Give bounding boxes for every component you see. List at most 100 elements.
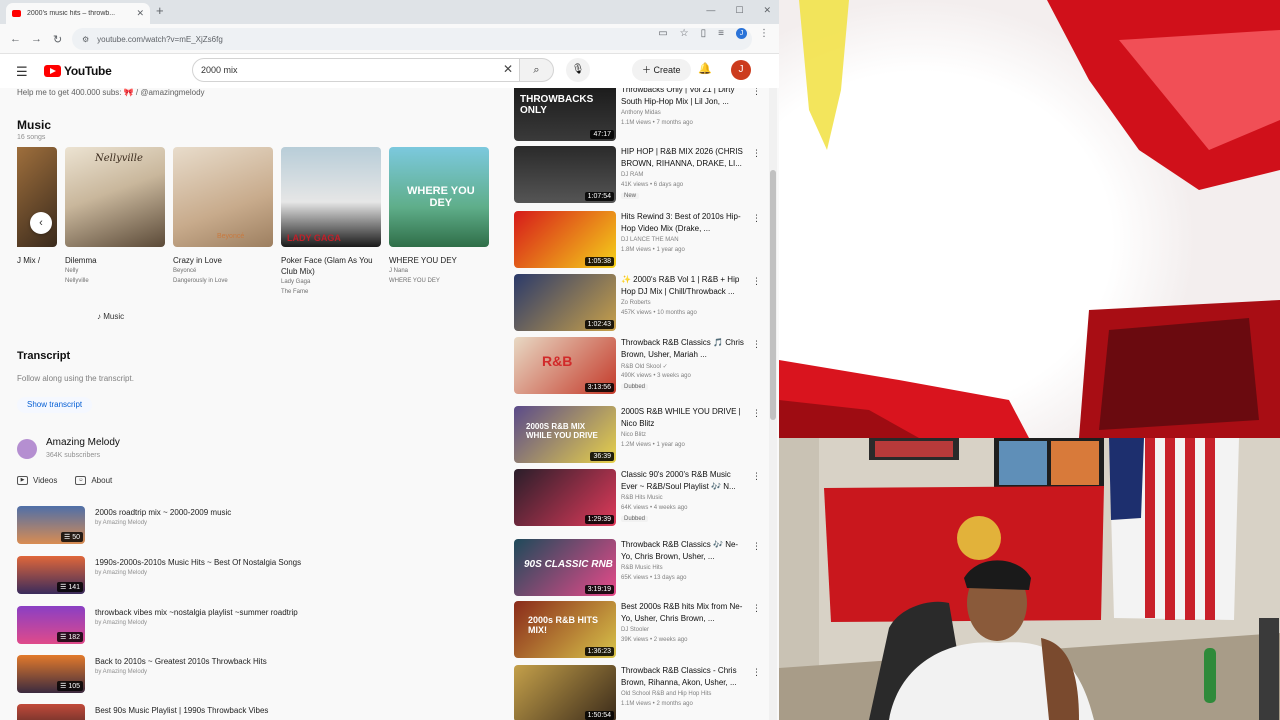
recommended-video[interactable]: 1:07:54 HIP HOP | R&B MIX 2026 (CHRIS BR…: [514, 146, 769, 206]
new-tab-button[interactable]: +: [156, 3, 164, 18]
browser-tab-active[interactable]: 2000's music hits – throwb... ✕: [6, 3, 150, 24]
recommended-video[interactable]: 1:02:43 ✨ 2000's R&B Vol 1 | R&B + Hip H…: [514, 274, 769, 334]
recommended-video[interactable]: R&B 3:13:56 Throwback R&B Classics 🎵 Chr…: [514, 337, 769, 397]
music-section-heading: Music: [17, 118, 52, 132]
playlist-item[interactable]: ☰ 50 2000s roadtrip mix ~ 2000-2009 musi…: [17, 506, 487, 546]
browser-menu-icon[interactable]: ⋮: [759, 28, 769, 39]
sidebar-icon[interactable]: ▯: [701, 28, 707, 39]
video-meta: 1.1M views • 7 months ago: [621, 120, 693, 126]
album-card[interactable]: Nellyville Dilemma Nelly Nellyville: [65, 147, 165, 286]
more-options-icon[interactable]: ⋮: [752, 471, 761, 482]
recommended-video[interactable]: 1:50:54 Throwback R&B Classics - Chris B…: [514, 665, 769, 720]
video-title: 2000S R&B WHILE YOU DRIVE | Nico Blitz: [621, 407, 741, 428]
minimize-icon[interactable]: —: [706, 5, 715, 16]
cast-icon[interactable]: ▭: [658, 28, 667, 39]
recommended-video[interactable]: 2000s R&B HITS MIX! 1:36:23 Best 2000s R…: [514, 601, 769, 661]
close-window-icon[interactable]: ✕: [763, 5, 771, 16]
playlist-item[interactable]: ☰ 105 Back to 2010s ~ Greatest 2010s Thr…: [17, 655, 487, 695]
playlist-count: ☰ 141: [57, 582, 83, 592]
video-channel: Zo Roberts: [621, 300, 651, 306]
more-options-icon[interactable]: ⋮: [752, 667, 761, 678]
url-bar[interactable]: ⚙ youtube.com/watch?v=mE_XjZs6fg: [72, 28, 752, 50]
playlist-title: 2000s roadtrip mix ~ 2000-2009 music: [95, 508, 232, 517]
channel-avatar[interactable]: [17, 439, 37, 459]
playlist-count-value: 141: [68, 584, 80, 591]
album-card[interactable]: WHERE YOU DEY WHERE YOU DEY J Nana WHERE …: [389, 147, 489, 286]
reload-icon[interactable]: ↻: [53, 33, 62, 46]
clear-search-icon[interactable]: ✕: [503, 62, 513, 76]
url-text: youtube.com/watch?v=mE_XjZs6fg: [97, 34, 223, 44]
playlist-owner: by Amazing Melody: [95, 520, 148, 526]
video-thumbnail: 2000S R&B MIX WHILE YOU DRIVE 36:39: [514, 406, 616, 463]
scrollbar-thumb[interactable]: [770, 170, 776, 420]
channel-videos-button[interactable]: ▶ Videos: [17, 476, 57, 485]
video-thumbnail: 1:02:43: [514, 274, 616, 331]
video-title: Throwback R&B Classics 🎵 Chris Brown, Us…: [621, 338, 744, 359]
game-scene-image: [779, 0, 1280, 438]
forward-arrow-icon[interactable]: →: [31, 33, 42, 45]
more-options-icon[interactable]: ⋮: [752, 276, 761, 287]
more-options-icon[interactable]: ⋮: [752, 213, 761, 224]
more-options-icon[interactable]: ⋮: [752, 339, 761, 350]
playlist-thumbnail: ☰ 50: [17, 506, 85, 544]
playlist-item[interactable]: ☰ 141 1990s-2000s-2010s Music Hits ~ Bes…: [17, 556, 487, 596]
playlist-item[interactable]: ☰ 182 throwback vibes mix ~nostalgia pla…: [17, 606, 487, 646]
recommended-video[interactable]: 90S CLASSIC RNB 3:19:19 Throwback R&B Cl…: [514, 539, 769, 599]
video-title: Hits Rewind 3: Best of 2010s Hip-Hop Vid…: [621, 212, 741, 233]
back-arrow-icon[interactable]: ←: [10, 33, 21, 45]
playlist-item[interactable]: Best 90s Music Playlist | 1990s Throwbac…: [17, 704, 487, 720]
page-scrollbar[interactable]: [769, 88, 777, 720]
playlist-title: Best 90s Music Playlist | 1990s Throwbac…: [95, 706, 269, 715]
video-icon: ▶: [17, 476, 28, 485]
youtube-favicon-icon: [12, 10, 21, 17]
search-button[interactable]: ⌕: [520, 58, 554, 82]
tab-bar: 2000's music hits – throwb... ✕ + — ☐ ✕: [0, 0, 779, 24]
video-thumbnail: 2000s R&B HITS MIX! 1:36:23: [514, 601, 616, 658]
close-tab-icon[interactable]: ✕: [136, 8, 144, 19]
recommended-video[interactable]: 2000S R&B MIX WHILE YOU DRIVE 36:39 2000S…: [514, 406, 769, 466]
channel-about-button[interactable]: ☺ About: [75, 476, 112, 485]
more-options-icon[interactable]: ⋮: [752, 408, 761, 419]
search-input[interactable]: 2000 mix ✕: [192, 58, 520, 82]
bookmark-star-icon[interactable]: ☆: [680, 28, 689, 39]
music-link[interactable]: ♪ Music: [97, 312, 124, 321]
recommended-video[interactable]: 1:05:38 Hits Rewind 3: Best of 2010s Hip…: [514, 211, 769, 271]
voice-search-mic-icon[interactable]: 🎙: [566, 58, 590, 82]
notifications-bell-icon[interactable]: 🔔: [698, 62, 712, 75]
album-card[interactable]: J Mix /: [17, 147, 57, 266]
channel-name[interactable]: Amazing Melody: [46, 437, 120, 448]
address-bar-row: ← → ↻ ⚙ youtube.com/watch?v=mE_XjZs6fg ▭…: [0, 24, 779, 54]
youtube-logo[interactable]: YouTube: [44, 64, 112, 78]
carousel-prev-button[interactable]: ‹: [30, 212, 52, 234]
more-options-icon[interactable]: ⋮: [752, 541, 761, 552]
album-title: Dilemma: [65, 256, 97, 265]
recommended-video[interactable]: THROWBACKS ONLY 47:17 Throwbacks Only | …: [514, 88, 769, 144]
video-thumbnail: R&B 3:13:56: [514, 337, 616, 394]
video-duration: 1:36:23: [584, 647, 614, 656]
album-card[interactable]: LADY GAGA Poker Face (Glam As You Club M…: [281, 147, 381, 297]
more-options-icon[interactable]: ⋮: [752, 148, 761, 159]
menu-hamburger-icon[interactable]: ☰: [16, 64, 28, 80]
album-card[interactable]: Beyoncé Crazy in Love Beyoncé Dangerousl…: [173, 147, 273, 286]
description-text: Help me to get 400.000 subs: 🎀 / @amazin…: [17, 88, 205, 97]
playlist-thumbnail: ☰ 141: [17, 556, 85, 594]
show-transcript-button[interactable]: Show transcript: [17, 397, 93, 413]
more-options-icon[interactable]: ⋮: [752, 88, 761, 97]
game-capture-panel: [779, 0, 1280, 438]
video-meta: 64K views • 4 weeks ago: [621, 505, 688, 511]
recommended-video[interactable]: 1:29:39 Classic 90's 2000's R&B Music Ev…: [514, 469, 769, 529]
maximize-icon[interactable]: ☐: [735, 5, 743, 16]
video-channel: DJ RAM: [621, 172, 644, 178]
music-link-label: Music: [103, 312, 125, 321]
more-options-icon[interactable]: ⋮: [752, 603, 761, 614]
video-meta: 1.8M views • 1 year ago: [621, 247, 685, 253]
video-meta: 1.2M views • 1 year ago: [621, 442, 685, 448]
video-duration: 47:17: [590, 130, 614, 139]
extensions-icon[interactable]: ≡: [718, 28, 724, 39]
site-info-icon[interactable]: ⚙: [82, 35, 89, 44]
browser-profile-icon[interactable]: J: [736, 28, 747, 39]
create-button[interactable]: ＋ Create: [632, 59, 691, 81]
account-avatar[interactable]: J: [731, 60, 751, 80]
transcript-subtitle: Follow along using the transcript.: [17, 374, 134, 383]
video-duration: 1:50:54: [584, 711, 614, 720]
